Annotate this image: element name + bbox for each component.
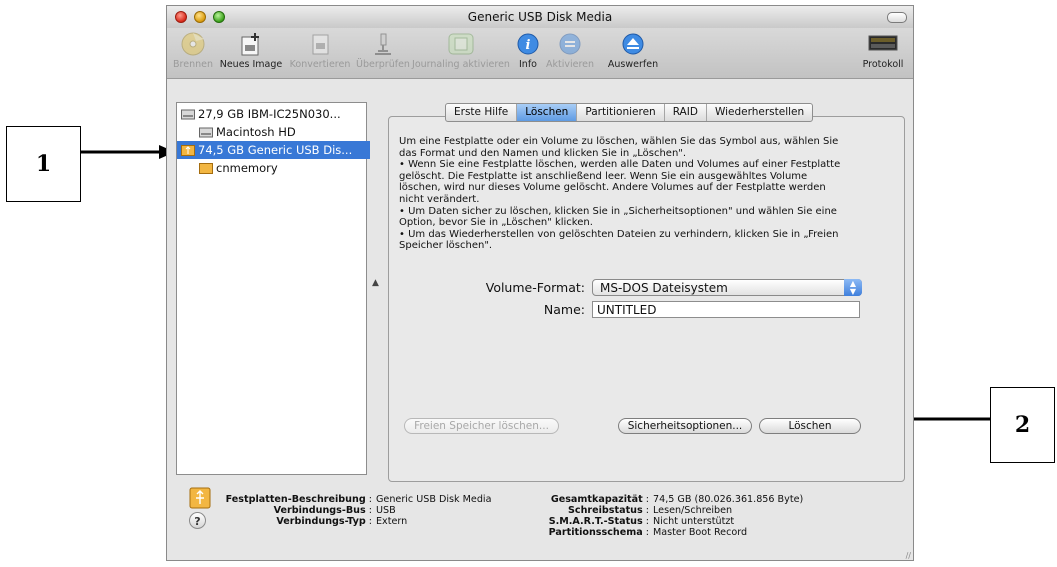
info-key: Festplatten-Beschreibung — [225, 494, 366, 505]
annotation-arrow-1 — [81, 145, 175, 159]
disk-info-right-keys: Gesamtkapazität : Schreibstatus : S.M.A.… — [548, 494, 649, 538]
tab-first-aid[interactable]: Erste Hilfe — [446, 104, 518, 121]
mount-button[interactable]: Aktivieren — [543, 31, 597, 70]
tab-erase[interactable]: Löschen — [517, 104, 578, 121]
info-key: Schreibstatus — [567, 505, 643, 516]
mount-icon — [555, 31, 585, 57]
info-value: 74,5 GB (80.026.361.856 Byte) — [653, 494, 804, 505]
log-icon — [868, 31, 898, 57]
disk-list-item-usb-disk[interactable]: 74,5 GB Generic USB Dis... — [177, 141, 370, 159]
eject-button[interactable]: Auswerfen — [597, 31, 669, 70]
info-value: Lesen/Schreiben — [653, 505, 733, 516]
tab-restore[interactable]: Wiederherstellen — [707, 104, 812, 121]
toolbar-toggle-button[interactable] — [887, 12, 907, 23]
verify-button[interactable]: Überprüfen — [354, 31, 412, 70]
tab-bar: Erste Hilfe Löschen Partitionieren RAID … — [445, 103, 814, 122]
info-value: Master Boot Record — [653, 527, 748, 538]
disk-list-item-label: cnmemory — [216, 161, 278, 175]
eject-icon — [618, 31, 648, 57]
new-image-button[interactable]: Neues Image — [215, 31, 287, 70]
new-image-icon — [236, 31, 266, 57]
burn-label: Brennen — [173, 59, 213, 70]
erase-button[interactable]: Löschen — [759, 418, 861, 434]
description-line: nicht verändert. — [399, 193, 480, 205]
svg-text:i: i — [526, 38, 531, 53]
description-line: • Wenn Sie eine Festplatte löschen, werd… — [399, 159, 841, 171]
annotation-box-1: 1 — [6, 126, 81, 202]
window-title: Generic USB Disk Media — [467, 10, 613, 24]
splitter-handle[interactable]: ▲ — [372, 278, 379, 288]
info-value: USB — [376, 505, 396, 516]
usb-volume-icon — [199, 163, 213, 174]
burn-button[interactable]: Brennen — [169, 31, 217, 70]
info-value: Extern — [376, 516, 408, 527]
info-key: S.M.A.R.T.-Status — [548, 516, 643, 527]
info-key: Verbindungs-Bus — [273, 505, 366, 516]
journaling-label: Journaling aktivieren — [412, 59, 510, 70]
verify-label: Überprüfen — [356, 59, 410, 70]
disk-list-item-label: Macintosh HD — [216, 125, 296, 139]
resize-grip-icon[interactable]: ∕∕ — [906, 551, 911, 560]
window-body: 27,9 GB IBM-IC25N030... Macintosh HD 74,… — [167, 79, 913, 560]
security-options-button[interactable]: Sicherheitsoptionen... — [618, 418, 752, 434]
description-line: löschen, wird nur dieses Volume gelöscht… — [399, 182, 826, 194]
erase-free-space-button[interactable]: Freien Speicher löschen... — [404, 418, 559, 434]
info-button[interactable]: i Info — [513, 31, 543, 70]
disk-list-item-macintosh-hd[interactable]: Macintosh HD — [177, 123, 388, 141]
journaling-button[interactable]: Journaling aktivieren — [411, 31, 511, 70]
burn-disc-icon — [178, 31, 208, 57]
annotation-box-2: 2 — [990, 387, 1055, 463]
description-line: Option, bevor Sie in „Löschen" klicken. — [399, 217, 593, 229]
eject-label: Auswerfen — [607, 59, 659, 70]
volume-format-value: MS-DOS Dateisystem — [600, 281, 728, 295]
description-line: gelöscht. Die Festplatte ist anschließen… — [399, 170, 808, 182]
internal-disk-icon — [181, 109, 195, 120]
convert-icon — [305, 31, 335, 57]
volume-format-select[interactable]: MS-DOS Dateisystem ▲ ▼ — [592, 279, 862, 296]
info-key: Gesamtkapazität — [550, 494, 643, 505]
tab-raid[interactable]: RAID — [665, 104, 707, 121]
usb-disk-icon — [181, 145, 195, 156]
disk-info-right-values: 74,5 GB (80.026.361.856 Byte) Lesen/Schr… — [653, 494, 803, 538]
info-key: Verbindungs-Typ — [276, 516, 366, 527]
description-line: Speicher löschen". — [399, 240, 493, 252]
convert-label: Konvertieren — [289, 59, 351, 70]
log-button[interactable]: Protokoll — [857, 31, 909, 70]
disk-list-item-ibm[interactable]: 27,9 GB IBM-IC25N030... — [177, 105, 370, 123]
info-icon: i — [513, 31, 543, 57]
info-label: Info — [519, 59, 537, 70]
disk-list: 27,9 GB IBM-IC25N030... Macintosh HD 74,… — [176, 102, 370, 475]
log-label: Protokoll — [862, 59, 904, 70]
annotation-number-2: 2 — [1014, 412, 1031, 438]
volume-format-label: Volume-Format: — [485, 280, 585, 295]
microscope-icon — [368, 31, 398, 57]
description-line: das Format und den Namen und klicken Sie… — [399, 147, 687, 159]
convert-button[interactable]: Konvertieren — [286, 31, 354, 70]
description-line: • Um das Wiederherstellen von gelöschten… — [399, 228, 839, 240]
volume-name-field[interactable]: UNTITLED — [592, 301, 860, 318]
journaling-icon — [446, 31, 476, 57]
disk-list-item-label: 74,5 GB Generic USB Dis... — [198, 143, 353, 157]
erase-description: Um eine Festplatte oder ein Volume zu lö… — [399, 136, 894, 252]
disk-list-item-cnmemory[interactable]: cnmemory — [177, 159, 388, 177]
new-image-label: Neues Image — [219, 59, 283, 70]
name-label: Name: — [543, 302, 585, 317]
disk-utility-window: Generic USB Disk Media Brennen Neues Ima… — [166, 5, 914, 561]
description-line: • Um Daten sicher zu löschen, klicken Si… — [399, 205, 837, 217]
volume-icon — [199, 127, 213, 138]
info-key: Partitionsschema — [548, 527, 643, 538]
disk-info-left-keys: Festplatten-Beschreibung : Verbindungs-B… — [225, 494, 372, 527]
toolbar: Brennen Neues Image Konvertieren Überprü… — [167, 28, 913, 79]
annotation-number-1: 1 — [35, 151, 52, 177]
description-line: Um eine Festplatte oder ein Volume zu lö… — [399, 136, 839, 147]
info-value: Nicht unterstützt — [653, 516, 735, 527]
info-value: Generic USB Disk Media — [376, 494, 492, 505]
disk-info-left-values: Generic USB Disk Media USB Extern — [376, 494, 491, 527]
tab-partition[interactable]: Partitionieren — [577, 104, 665, 121]
select-arrows-icon: ▲ ▼ — [844, 279, 862, 296]
help-button[interactable]: ? — [189, 512, 206, 529]
disk-list-item-label: 27,9 GB IBM-IC25N030... — [198, 107, 341, 121]
title-bar[interactable]: Generic USB Disk Media — [167, 6, 913, 29]
mount-label: Aktivieren — [545, 59, 595, 70]
